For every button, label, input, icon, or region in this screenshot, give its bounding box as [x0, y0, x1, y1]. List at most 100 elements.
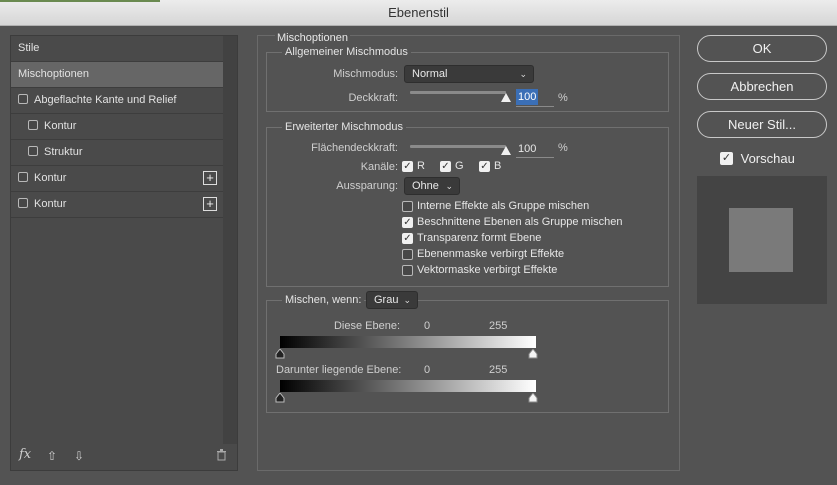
sidebar-item-label: Abgeflachte Kante und Relief — [34, 94, 177, 106]
option-layer-mask-hides[interactable]: Ebenenmaske verbirgt Effekte — [402, 248, 564, 260]
new-style-button[interactable]: Neuer Stil... — [697, 111, 827, 138]
knockout-label: Aussparung: — [336, 180, 398, 192]
blend-mode-value: Normal — [412, 68, 448, 80]
chevron-down-icon: ⌄ — [519, 69, 527, 79]
blend-mode-select[interactable]: Normal ⌄ — [404, 65, 534, 83]
fx-menu-button[interactable]: fx — [19, 447, 31, 462]
sidebar-item-label: Stile — [18, 42, 40, 54]
window-title: Ebenenstil — [388, 5, 449, 20]
checkmark-icon: ✓ — [440, 160, 451, 172]
opacity-slider-thumb[interactable] — [501, 93, 511, 102]
chevron-down-icon: ⌄ — [445, 181, 453, 191]
channel-b-checkbox[interactable]: ✓ B — [479, 160, 501, 172]
underlying-layer-gradient — [280, 380, 536, 392]
checkbox[interactable] — [28, 120, 38, 131]
checkmark-icon: ✓ — [720, 152, 733, 166]
this-layer-label: Diese Ebene: — [333, 320, 400, 332]
sidebar-item-label: Mischoptionen — [18, 68, 89, 80]
blend-if-group — [266, 300, 669, 413]
option-label: Beschnittene Ebenen als Gruppe mischen — [417, 216, 623, 229]
checkbox — [402, 200, 413, 212]
underlying-layer-min: 0 — [424, 364, 431, 376]
ok-button[interactable]: OK — [697, 35, 827, 62]
move-down-icon[interactable]: ⇩ — [74, 449, 84, 463]
option-label: Interne Effekte als Gruppe mischen — [417, 200, 590, 213]
this-layer-min: 0 — [424, 320, 431, 332]
cancel-button[interactable]: Abbrechen — [697, 73, 827, 100]
opacity-label: Deckkraft: — [348, 92, 398, 104]
fill-opacity-unit: % — [558, 142, 568, 154]
advanced-blending-legend: Erweiterter Mischmodus — [282, 121, 406, 133]
opacity-input-underline — [516, 106, 554, 107]
opacity-unit: % — [558, 92, 568, 104]
styles-list-scrollbar[interactable] — [223, 36, 237, 444]
general-blending-legend: Allgemeiner Mischmodus — [282, 46, 411, 58]
fill-opacity-input-underline — [516, 157, 554, 158]
opacity-slider[interactable] — [410, 91, 506, 94]
option-label: Ebenenmaske verbirgt Effekte — [417, 248, 565, 261]
channels-label: Kanäle: — [360, 161, 398, 173]
channel-g-checkbox[interactable]: ✓ G — [440, 160, 464, 172]
checkbox[interactable] — [18, 172, 28, 183]
styles-list-footer: fx ⇧ ⇩ — [11, 442, 237, 470]
trash-icon[interactable] — [216, 449, 227, 464]
add-stroke-button[interactable]: + — [203, 197, 217, 211]
sidebar-item-label: Kontur — [34, 198, 67, 210]
sidebar-item-label: Struktur — [44, 146, 83, 158]
sidebar-item-mischoptionen[interactable]: Mischoptionen — [11, 62, 223, 88]
this-layer-max: 255 — [489, 320, 508, 332]
channel-g-label: G — [455, 160, 464, 173]
knockout-value: Ohne — [412, 180, 439, 192]
opacity-input[interactable]: 100 — [516, 89, 538, 105]
fill-opacity-label: Flächendeckkraft: — [311, 142, 398, 154]
preview-label: Vorschau — [740, 151, 795, 167]
chevron-down-icon: ⌄ — [403, 295, 411, 305]
knockout-select[interactable]: Ohne ⌄ — [404, 177, 460, 195]
styles-list-panel: Stile Mischoptionen Abgeflachte Kante un… — [10, 35, 238, 471]
option-vector-mask-hides[interactable]: Vektormaske verbirgt Effekte — [402, 264, 557, 276]
sidebar-item-bevel-emboss[interactable]: Abgeflachte Kante und Relief — [11, 88, 223, 114]
add-stroke-button[interactable]: + — [203, 171, 217, 185]
checkbox[interactable] — [18, 198, 28, 209]
option-clipped-layers[interactable]: ✓ Beschnittene Ebenen als Gruppe mischen — [402, 216, 622, 228]
underlying-layer-white-stop[interactable] — [528, 393, 538, 403]
checkbox[interactable] — [28, 146, 38, 157]
checkbox — [402, 264, 413, 276]
this-layer-white-stop[interactable] — [528, 349, 538, 359]
checkmark-icon: ✓ — [402, 232, 413, 244]
option-transparency-shapes[interactable]: ✓ Transparenz formt Ebene — [402, 232, 541, 244]
section-title: Mischoptionen — [275, 32, 350, 44]
sidebar-item-contour[interactable]: Kontur — [11, 114, 223, 140]
blend-if-label: Mischen, wenn: — [282, 294, 365, 306]
checkbox[interactable] — [18, 94, 28, 105]
fill-opacity-slider-thumb[interactable] — [501, 146, 511, 155]
this-layer-black-stop[interactable] — [275, 349, 285, 359]
sidebar-item-label: Kontur — [34, 172, 67, 184]
blend-if-value: Grau — [374, 294, 399, 306]
move-up-icon[interactable]: ⇧ — [47, 449, 57, 463]
underlying-layer-black-stop[interactable] — [275, 393, 285, 403]
blend-if-select[interactable]: Grau ⌄ — [366, 291, 418, 309]
sidebar-item-stroke-1[interactable]: Kontur + — [11, 166, 223, 192]
channel-r-label: R — [417, 160, 425, 173]
fill-opacity-slider[interactable] — [410, 145, 506, 148]
underlying-layer-label: Darunter liegende Ebene: — [276, 364, 402, 376]
window-titlebar: Ebenenstil — [0, 0, 837, 26]
blend-mode-label: Mischmodus: — [333, 68, 398, 80]
preview-checkbox[interactable]: ✓ Vorschau — [720, 150, 795, 166]
checkmark-icon: ✓ — [402, 216, 413, 228]
underlying-layer-max: 255 — [489, 364, 508, 376]
option-label: Transparenz formt Ebene — [417, 232, 542, 245]
option-internal-effects[interactable]: Interne Effekte als Gruppe mischen — [402, 200, 589, 212]
sidebar-item-stile[interactable]: Stile — [11, 36, 223, 62]
preview-square — [729, 208, 793, 272]
checkbox — [402, 248, 413, 260]
channel-b-label: B — [494, 160, 502, 173]
sidebar-item-texture[interactable]: Struktur — [11, 140, 223, 166]
titlebar-accent-strip — [0, 0, 160, 2]
this-layer-gradient — [280, 336, 536, 348]
sidebar-item-label: Kontur — [44, 120, 77, 132]
sidebar-item-stroke-2[interactable]: Kontur + — [11, 192, 223, 218]
fill-opacity-input[interactable]: 100 — [516, 141, 536, 157]
channel-r-checkbox[interactable]: ✓ R — [402, 160, 425, 172]
